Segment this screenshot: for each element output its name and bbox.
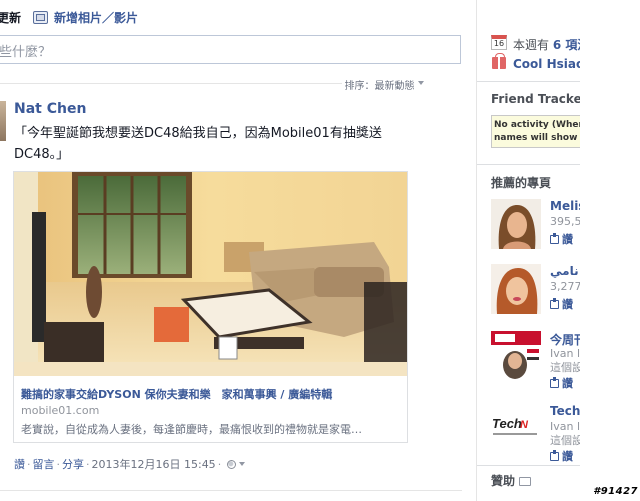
link-title[interactable]: 難搞的家事交給DYSON 保你夫妻和樂 家和萬事興 / 廣編特輯: [21, 386, 332, 402]
page-thumbnail[interactable]: Tech N: [491, 404, 541, 454]
portrait-image: [491, 264, 541, 314]
like-label: 讚: [562, 450, 573, 463]
avatar[interactable]: [0, 101, 6, 141]
like-page-button[interactable]: 讚: [550, 375, 573, 391]
thumbs-up-icon: [550, 376, 559, 388]
thumbs-up-icon: [550, 232, 559, 244]
tab-update-status[interactable]: 更新: [0, 9, 21, 26]
photo-icon: [33, 10, 49, 24]
story-actions: 讚 · 留言 · 分享 · 2013年12月16日 15:45 ·: [14, 456, 246, 472]
tab-add-photo-video-label: 新增相片／影片: [54, 10, 139, 25]
thumbs-up-icon: [550, 449, 559, 461]
separator: ·: [27, 457, 31, 471]
separator: ·: [56, 457, 61, 471]
page-meta: 這個設: [550, 361, 580, 374]
story-author[interactable]: Nat Chen: [14, 101, 86, 117]
divider: [0, 83, 342, 84]
link-domain: mobile01.com: [21, 404, 100, 417]
portrait-image: [491, 199, 541, 249]
globe-icon[interactable]: [227, 459, 237, 469]
sponsored-title: 贊助: [491, 472, 532, 489]
like-page-button[interactable]: 讚: [550, 296, 573, 312]
page-likes-count: 395,5: [550, 215, 580, 228]
comment-link[interactable]: 留言: [33, 456, 55, 472]
separator: ·: [86, 457, 90, 471]
status-input[interactable]: 些什麼？: [0, 35, 461, 64]
svg-text:Tech: Tech: [492, 416, 522, 431]
recommended-page: Melis 395,5 讚: [491, 199, 580, 253]
page-name[interactable]: Melis: [550, 199, 580, 213]
attachment-photo[interactable]: [14, 172, 407, 376]
divider: [477, 81, 580, 82]
tab-add-photo-video[interactable]: 新增相片／影片: [33, 9, 138, 26]
events-reminder[interactable]: 本週有 6 項活: [513, 36, 580, 53]
gift-icon: [492, 53, 506, 69]
recommended-page: 今周刊 Ivan l 這個設 讚: [491, 331, 580, 390]
sort-row: 排序：最新動態: [0, 77, 462, 92]
birthday-reminder[interactable]: Cool Hsiao: [513, 57, 580, 71]
share-link[interactable]: 分享: [62, 456, 84, 472]
separator: ·: [217, 457, 222, 471]
sponsored-label: 贊助: [491, 474, 516, 488]
like-page-button[interactable]: 讚: [550, 448, 573, 464]
living-room-photo: [14, 172, 407, 376]
svg-text:N: N: [520, 419, 529, 431]
recommended-page: Tech N Tech Ivan l 這個設 讚: [491, 404, 580, 463]
technews-logo: Tech N: [491, 404, 541, 454]
chevron-down-icon: [418, 81, 424, 85]
friend-tracker-line1: No activity (Where: [494, 120, 580, 130]
thumbs-up-icon: [550, 297, 559, 309]
megaphone-icon: [519, 477, 532, 486]
friend-tracker-title[interactable]: Friend Tracker: [491, 92, 580, 106]
story-text: 「今年聖誕節我想要送DC48給我自己，因為Mobile01有抽獎送DC48。」: [14, 126, 382, 162]
calendar-icon: 16: [491, 35, 507, 50]
page-name[interactable]: نامي: [550, 264, 579, 278]
story-timestamp[interactable]: 2013年12月16日 15:45: [92, 456, 216, 472]
divider: [477, 164, 580, 165]
sort-dropdown[interactable]: 排序：最新動態: [344, 77, 424, 92]
events-text: 本週有: [513, 38, 550, 52]
friend-tracker-box: No activity (Where names will show: [491, 115, 580, 148]
events-count: 6 項活: [552, 38, 580, 52]
like-page-button[interactable]: 讚: [550, 231, 573, 247]
right-sidebar: 16 本週有 6 項活 Cool Hsiao Friend Tracker No…: [476, 0, 580, 501]
composer-tabs: 更新 新增相片／影片: [0, 7, 138, 27]
friend-tracker-line2: names will show: [494, 133, 578, 143]
sort-label: 排序：最新動態: [344, 81, 415, 92]
page-thumbnail[interactable]: [491, 331, 541, 381]
page-thumbnail[interactable]: [491, 264, 541, 314]
divider: [0, 490, 462, 491]
like-label: 讚: [562, 377, 573, 390]
watermark: #91427: [593, 486, 638, 497]
chevron-down-icon[interactable]: [239, 462, 246, 466]
link-attachment[interactable]: 難搞的家事交給DYSON 保你夫妻和樂 家和萬事興 / 廣編特輯 mobile0…: [13, 171, 408, 443]
recommended-page: نامي 3,277 讚: [491, 264, 580, 318]
like-link[interactable]: 讚: [14, 456, 25, 472]
link-description: 老實說，自從成為人妻後，每逢節慶時，最痛恨收到的禮物就是家電…: [21, 423, 362, 436]
like-label: 讚: [562, 233, 573, 246]
page-name[interactable]: 今周刊: [550, 331, 580, 348]
divider: [477, 465, 580, 466]
like-label: 讚: [562, 298, 573, 311]
page-meta: 這個設: [550, 434, 580, 447]
page-likes-count: 3,277: [550, 280, 580, 293]
page-name[interactable]: Tech: [550, 404, 580, 418]
magazine-cover-image: [491, 331, 541, 381]
page-thumbnail[interactable]: [491, 199, 541, 249]
recommended-pages-title: 推薦的專頁: [491, 176, 552, 190]
